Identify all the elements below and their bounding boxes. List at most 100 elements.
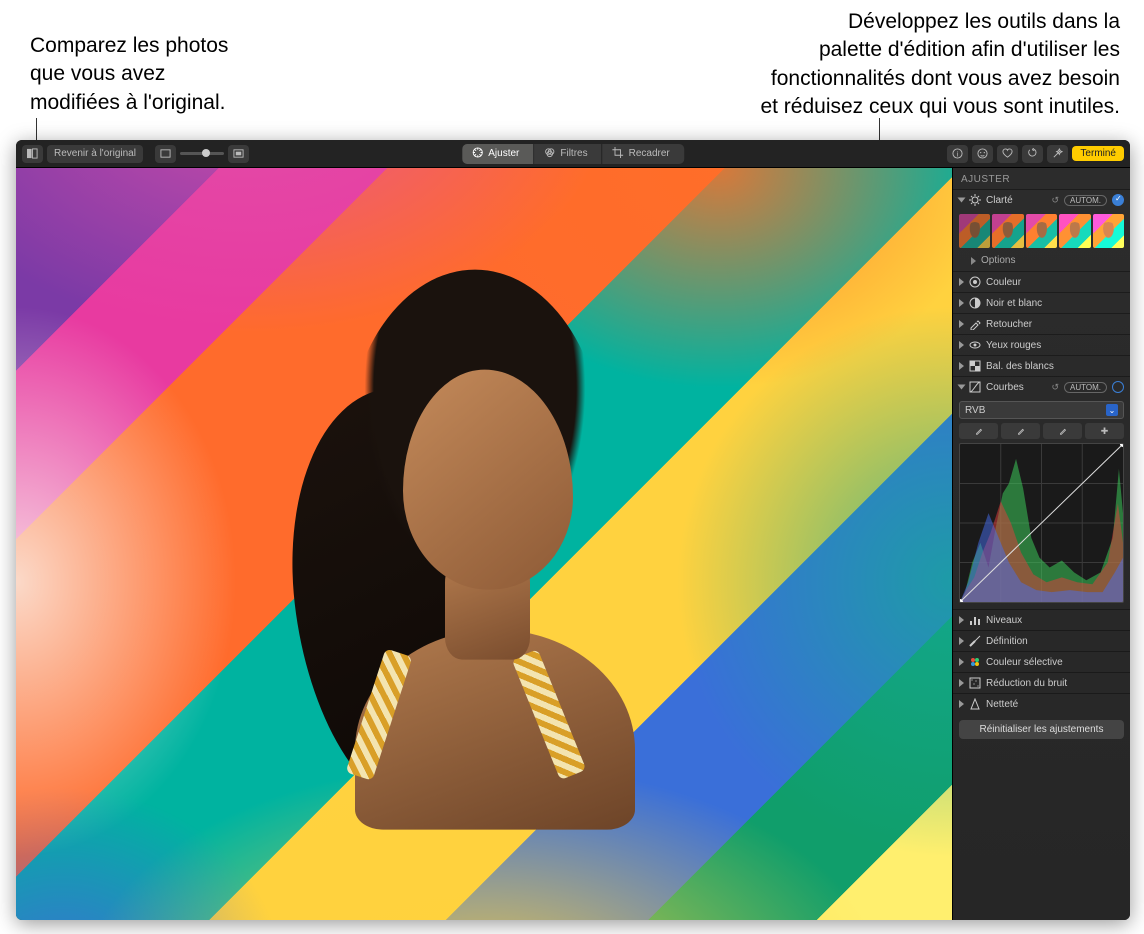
enhance-button[interactable] (1047, 145, 1068, 163)
tab-filters[interactable]: Filtres (534, 144, 602, 164)
panel-definition[interactable]: Définition (953, 630, 1130, 651)
panel-curves[interactable]: Courbes ↺ AUTOM. (953, 376, 1130, 397)
chevron-right-icon (959, 658, 964, 666)
panel-color[interactable]: Couleur (953, 271, 1130, 292)
tab-crop[interactable]: Recadrer (603, 144, 684, 164)
noise-icon (969, 677, 981, 689)
tab-crop-label: Recadrer (629, 148, 670, 159)
tab-adjust[interactable]: Ajuster (462, 144, 534, 164)
redeye-icon (969, 339, 981, 351)
panel-retouch[interactable]: Retoucher (953, 313, 1130, 334)
select-arrows-icon: ⌄ (1106, 404, 1118, 416)
light-preset-2[interactable] (992, 214, 1023, 248)
wb-icon (969, 360, 981, 372)
eyedropper-white[interactable] (1043, 423, 1082, 439)
photo-subject (255, 250, 675, 890)
annotation-right: Développez les outils dans la palette d'… (480, 8, 1120, 121)
retouch-icon (969, 318, 981, 330)
curves-channel-label: RVB (965, 405, 985, 416)
curves-reset-icon[interactable]: ↺ (1051, 382, 1059, 393)
annotation-left: Comparez les photos que vous avez modifi… (30, 32, 330, 117)
panel-light-label: Clarté (986, 195, 1046, 206)
curves-eyedrop-row: ✚ (959, 423, 1124, 439)
adjust-sidebar: AJUSTER Clarté ↺ AUTOM. (952, 168, 1130, 920)
panel-definition-label: Définition (986, 636, 1124, 647)
adjust-icon (472, 147, 483, 161)
panel-light-toggle[interactable] (1112, 194, 1124, 206)
panel-wb[interactable]: Bal. des blancs (953, 355, 1130, 376)
panel-selcolor[interactable]: Couleur sélective (953, 651, 1130, 672)
reset-all-button[interactable]: Réinitialiser les ajustements (959, 720, 1124, 739)
chevron-right-icon (959, 616, 964, 624)
add-point-button[interactable]: ✚ (1085, 423, 1124, 439)
panel-curves-toggle[interactable] (1112, 381, 1124, 393)
chevron-down-icon (958, 385, 966, 390)
info-button[interactable]: i (947, 145, 968, 163)
annotation-left-text: Comparez les photos que vous avez modifi… (30, 34, 228, 114)
panel-sharpen-label: Netteté (986, 699, 1124, 710)
chevron-right-icon (959, 320, 964, 328)
panel-selcolor-label: Couleur sélective (986, 657, 1124, 668)
panel-curves-label: Courbes (986, 382, 1046, 393)
chevron-right-icon (959, 362, 964, 370)
compare-button[interactable] (22, 145, 43, 163)
svg-text:i: i (957, 149, 959, 158)
sidebar-header: AJUSTER (953, 168, 1130, 189)
favorite-button[interactable] (997, 145, 1018, 163)
rotate-button[interactable] (1022, 145, 1043, 163)
revert-button[interactable]: Revenir à l'original (47, 145, 143, 163)
reset-mini-icon[interactable]: ↺ (1051, 195, 1059, 206)
panel-levels[interactable]: Niveaux (953, 609, 1130, 630)
light-options-row[interactable]: Options (953, 252, 1130, 271)
auto-button-light[interactable]: AUTOM. (1064, 195, 1107, 206)
photos-edit-window: Revenir à l'original Ajuster Filtres (16, 140, 1130, 920)
zoom-in-icon[interactable] (228, 145, 249, 163)
zoom-slider[interactable] (180, 152, 224, 155)
toolbar: Revenir à l'original Ajuster Filtres (16, 140, 1130, 168)
levels-icon (969, 614, 981, 626)
light-preset-5[interactable] (1093, 214, 1124, 248)
photo-canvas[interactable] (16, 168, 952, 920)
chevron-down-icon (958, 198, 966, 203)
panel-bw-label: Noir et blanc (986, 298, 1124, 309)
panel-sharpen[interactable]: Netteté (953, 693, 1130, 714)
done-button[interactable]: Terminé (1072, 146, 1124, 161)
annotation-right-text: Développez les outils dans la palette d'… (760, 10, 1120, 118)
light-preset-4[interactable] (1059, 214, 1090, 248)
panel-redeye-label: Yeux rouges (986, 340, 1124, 351)
chevron-right-icon (959, 341, 964, 349)
panel-wb-label: Bal. des blancs (986, 361, 1124, 372)
revert-label: Revenir à l'original (54, 148, 136, 159)
light-options-label: Options (981, 255, 1015, 266)
bw-icon (969, 297, 981, 309)
light-preset-1[interactable] (959, 214, 990, 248)
light-thumb-strip[interactable] (953, 210, 1130, 252)
eyedropper-black[interactable] (959, 423, 998, 439)
chevron-right-icon (959, 637, 964, 645)
panel-color-label: Couleur (986, 277, 1124, 288)
selcolor-icon (969, 656, 981, 668)
chevron-right-icon (971, 257, 976, 265)
reset-all-label: Réinitialiser les ajustements (980, 724, 1104, 735)
panel-redeye[interactable]: Yeux rouges (953, 334, 1130, 355)
annotation-area: Comparez les photos que vous avez modifi… (0, 0, 1144, 140)
curves-histogram[interactable] (959, 443, 1124, 603)
faces-button[interactable] (972, 145, 993, 163)
panel-noise[interactable]: Réduction du bruit (953, 672, 1130, 693)
chevron-right-icon (959, 278, 964, 286)
chevron-right-icon (959, 679, 964, 687)
zoom-out-icon[interactable] (155, 145, 176, 163)
panel-levels-label: Niveaux (986, 615, 1124, 626)
color-icon (969, 276, 981, 288)
auto-button-curves[interactable]: AUTOM. (1064, 382, 1107, 393)
light-preset-3[interactable] (1026, 214, 1057, 248)
curves-channel-select[interactable]: RVB ⌄ (959, 401, 1124, 419)
edit-mode-tabs: Ajuster Filtres Recadrer (462, 144, 684, 164)
panel-light[interactable]: Clarté ↺ AUTOM. (953, 189, 1130, 210)
crop-icon (613, 147, 624, 161)
tab-filters-label: Filtres (560, 148, 587, 159)
panel-bw[interactable]: Noir et blanc (953, 292, 1130, 313)
panel-retouch-label: Retoucher (986, 319, 1124, 330)
eyedropper-gray[interactable] (1001, 423, 1040, 439)
sharpen-icon (969, 698, 981, 710)
